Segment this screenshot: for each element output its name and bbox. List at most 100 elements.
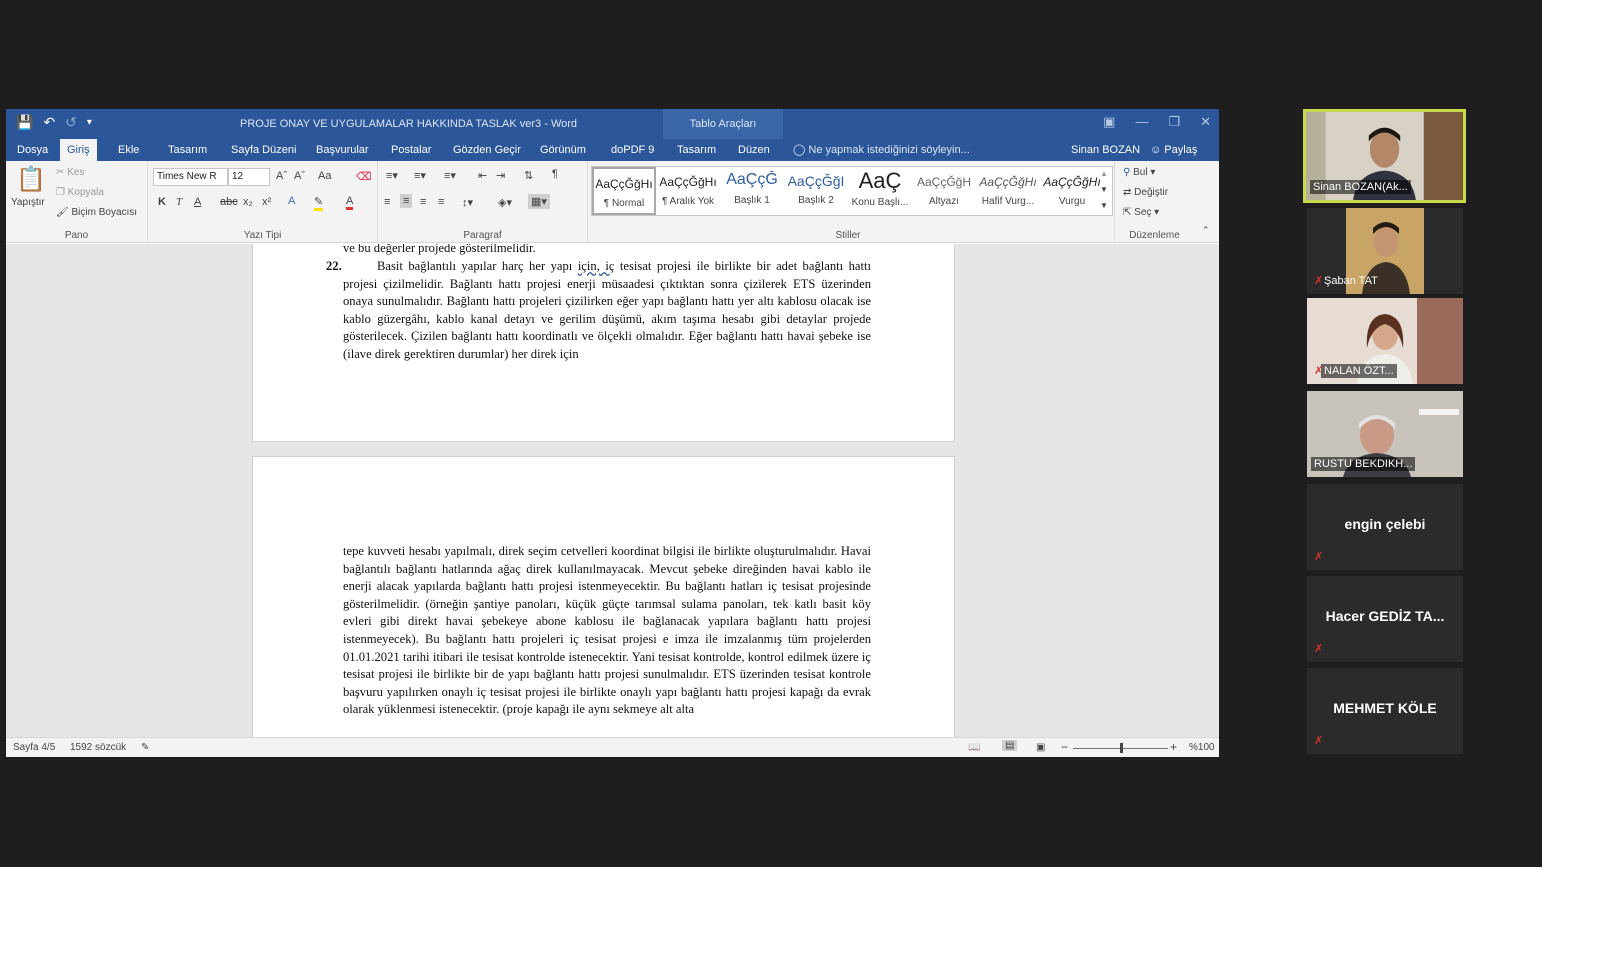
cut-button[interactable]: ✂ Kes xyxy=(56,167,84,178)
copy-button[interactable]: ❐ Kopyala xyxy=(56,187,104,198)
style-emphasis[interactable]: AaÇçĞğHı Vurgu xyxy=(1040,167,1104,215)
justify-icon[interactable]: ≡ xyxy=(438,196,444,208)
participant-tile[interactable]: Hacer GEDİZ TA... ✗ xyxy=(1307,576,1463,662)
user-name[interactable]: Sinan BOZAN xyxy=(1071,139,1140,161)
tab-dosya[interactable]: Dosya xyxy=(10,139,55,161)
borders-icon[interactable]: ▦▾ xyxy=(528,194,550,209)
line-spacing-icon[interactable]: ↕▾ xyxy=(462,196,473,209)
tell-me-box[interactable]: ◯ Ne yapmak istediğinizi söyleyin... xyxy=(793,139,970,161)
item-22-paragraph: 22. Basit bağlantılı yapılar harç her yap… xyxy=(326,259,871,361)
style-normal[interactable]: AaÇçĞğHı ¶ Normal xyxy=(592,167,656,215)
style-heading-1[interactable]: AaÇçĞ Başlık 1 xyxy=(720,167,784,215)
quick-access-toolbar: 💾 ↶ ↺ ▾ xyxy=(16,114,92,131)
participant-name: NALAN ÖZT... xyxy=(1321,364,1397,378)
bold-button[interactable]: K xyxy=(158,196,166,208)
style-heading-2[interactable]: AaÇçĞğI Başlık 2 xyxy=(784,167,848,215)
styles-scroll-down-icon[interactable]: ▼ xyxy=(1100,185,1108,194)
tab-sayfa-duzeni[interactable]: Sayfa Düzeni xyxy=(224,139,303,161)
tab-dopdf[interactable]: doPDF 9 xyxy=(604,139,661,161)
close-icon[interactable]: ✕ xyxy=(1200,114,1211,130)
tab-postalar[interactable]: Postalar xyxy=(384,139,438,161)
shading-icon[interactable]: ◈▾ xyxy=(498,196,512,209)
zoom-slider-handle[interactable] xyxy=(1119,743,1123,753)
web-layout-icon[interactable]: ▣ xyxy=(1036,742,1045,753)
tab-gorunum[interactable]: Görünüm xyxy=(533,139,593,161)
meeting-stage: 💾 ↶ ↺ ▾ PROJE ONAY VE UYGULAMALAR HAKKIN… xyxy=(0,0,1542,867)
multilevel-list-icon[interactable]: ≡▾ xyxy=(444,169,456,182)
strikethrough-button[interactable]: abc xyxy=(220,196,238,208)
font-name-select[interactable]: Times New R xyxy=(153,168,228,186)
participant-tile[interactable]: Sinan BOZAN(Ak... xyxy=(1303,109,1466,203)
participant-tile[interactable]: MEHMET KÖLE ✗ xyxy=(1307,668,1463,754)
clipboard-icon[interactable]: 📋 xyxy=(16,165,46,194)
decrease-indent-icon[interactable]: ⇤ xyxy=(478,169,487,182)
styles-more-icon[interactable]: ▼ xyxy=(1100,201,1108,210)
word-count[interactable]: 1592 sözcük xyxy=(70,742,126,753)
read-mode-icon[interactable]: 📖 xyxy=(968,742,980,753)
zoom-out-icon[interactable]: − xyxy=(1061,740,1068,754)
text-effects-icon[interactable]: A xyxy=(288,195,295,207)
group-font: Times New R 12 Aˆ Aˇ Aa ⌫ K T A abc x₂ x… xyxy=(148,161,378,243)
share-button[interactable]: ☺ Paylaş xyxy=(1150,139,1197,161)
customize-qat-icon[interactable]: ▾ xyxy=(87,117,92,131)
undo-icon[interactable]: ↶ xyxy=(43,114,55,131)
subscript-button[interactable]: x₂ xyxy=(243,196,253,208)
style-subtle-emphasis[interactable]: AaÇçĞğHı Hafif Vurg... xyxy=(976,167,1040,215)
underline-button[interactable]: A xyxy=(194,196,201,208)
document-title: PROJE ONAY VE UYGULAMALAR HAKKINDA TASLA… xyxy=(240,118,578,130)
mic-muted-icon: ✗ xyxy=(1314,643,1324,655)
print-layout-icon[interactable]: ▤ xyxy=(1002,740,1018,751)
bullets-icon[interactable]: ≡▾ xyxy=(386,169,398,182)
restore-icon[interactable]: ❐ xyxy=(1168,114,1180,130)
ribbon-display-icon[interactable]: ▣ xyxy=(1103,114,1115,130)
paste-button[interactable]: Yapıştır xyxy=(11,197,45,208)
clear-format-icon[interactable]: ⌫ xyxy=(356,170,372,183)
style-title[interactable]: AaÇ Konu Başlı... xyxy=(848,167,912,215)
align-left-icon[interactable]: ≡ xyxy=(384,196,390,208)
collapse-ribbon-icon[interactable]: ⌃ xyxy=(1202,225,1210,236)
participant-tile[interactable]: RUSTU BEKDIKH... xyxy=(1307,391,1463,477)
tab-basvurular[interactable]: Başvurular xyxy=(309,139,376,161)
shrink-font-icon[interactable]: Aˇ xyxy=(294,170,305,182)
tab-tasarim[interactable]: Tasarım xyxy=(161,139,214,161)
italic-button[interactable]: T xyxy=(176,196,182,208)
participant-name: Sinan BOZAN(Ak... xyxy=(1310,180,1411,194)
tab-giris[interactable]: Giriş xyxy=(60,139,97,161)
save-icon[interactable]: 💾 xyxy=(16,114,33,131)
zoom-in-icon[interactable]: + xyxy=(1170,740,1177,754)
numbering-icon[interactable]: ≡▾ xyxy=(414,169,426,182)
document-area[interactable]: ve bu değerler projede gösterilmelidir. … xyxy=(6,244,1219,737)
show-marks-button[interactable]: ¶ xyxy=(552,168,558,180)
align-right-icon[interactable]: ≡ xyxy=(420,196,426,208)
tab-tablo-tasarim[interactable]: Tasarım xyxy=(670,139,723,161)
select-button[interactable]: ⇱ Seç ▾ xyxy=(1123,207,1159,218)
change-case-button[interactable]: Aa xyxy=(318,170,331,182)
minimize-icon[interactable]: — xyxy=(1135,114,1148,130)
participant-tile[interactable]: NALAN ÖZT... ✗ xyxy=(1307,298,1463,384)
grow-font-icon[interactable]: Aˆ xyxy=(276,170,287,182)
font-color-icon[interactable]: A xyxy=(346,195,354,210)
tab-ekle[interactable]: Ekle xyxy=(111,139,146,161)
style-subtitle[interactable]: AaÇçĞğH Altyazı xyxy=(912,167,976,215)
participant-tile[interactable]: Şaban TAT ✗ xyxy=(1307,208,1463,294)
superscript-button[interactable]: x² xyxy=(262,196,271,208)
page-count[interactable]: Sayfa 4/5 xyxy=(13,742,55,753)
increase-indent-icon[interactable]: ⇥ xyxy=(496,169,505,182)
redo-icon[interactable]: ↺ xyxy=(65,114,77,131)
sort-icon[interactable]: ⇅ xyxy=(524,169,533,182)
styles-scroll-up-icon[interactable]: ▲ xyxy=(1100,169,1108,178)
tab-gozden-gecir[interactable]: Gözden Geçir xyxy=(446,139,528,161)
font-size-select[interactable]: 12 xyxy=(228,168,270,186)
find-button[interactable]: ⚲ Bul ▾ xyxy=(1123,167,1155,178)
format-painter-button[interactable]: 🖌 Biçim Boyacısı xyxy=(56,207,137,218)
table-tools-label: Tablo Araçları xyxy=(663,109,783,139)
highlight-icon[interactable]: ✎ xyxy=(314,195,324,211)
proofing-icon[interactable]: ✎ xyxy=(141,742,149,753)
align-center-icon[interactable]: ≡ xyxy=(400,194,413,208)
status-bar: Sayfa 4/5 1592 sözcük ✎ 📖 ▤ ▣ − + %100 xyxy=(6,737,1219,757)
tab-duzen[interactable]: Düzen xyxy=(731,139,777,161)
replace-button[interactable]: ⇄ Değiştir xyxy=(1123,187,1168,198)
style-no-spacing[interactable]: AaÇçĞğHı ¶ Aralık Yok xyxy=(656,167,720,215)
participant-tile[interactable]: engin çelebi ✗ xyxy=(1307,484,1463,570)
zoom-level[interactable]: %100 xyxy=(1189,742,1215,753)
